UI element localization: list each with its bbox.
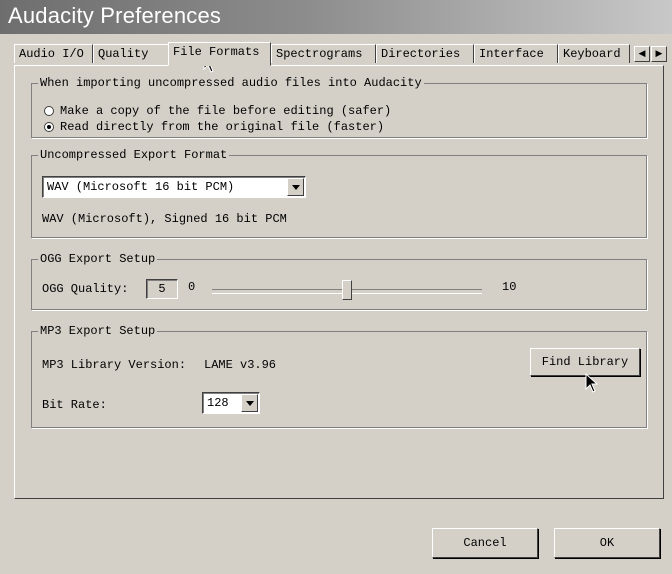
import-group: When importing uncompressed audio files … (31, 76, 647, 138)
ogg-quality-value[interactable]: 5 (146, 279, 178, 299)
radio-copy-file[interactable]: Make a copy of the file before editing (… (44, 104, 391, 118)
bitrate-value: 128 (207, 396, 229, 410)
chevron-down-icon[interactable] (241, 394, 258, 412)
mp3-library-label: MP3 Library Version: (42, 358, 187, 372)
radio-read-directly[interactable]: Read directly from the original file (fa… (44, 120, 384, 134)
tab-spectrograms[interactable]: Spectrograms (271, 44, 376, 63)
import-group-legend: When importing uncompressed audio files … (40, 76, 422, 90)
export-format-select[interactable]: WAV (Microsoft 16 bit PCM) (42, 176, 306, 198)
tab-audio-io[interactable]: Audio I/O (14, 44, 93, 63)
export-format-legend: Uncompressed Export Format (40, 148, 228, 162)
tab-quality[interactable]: Quality (93, 44, 170, 63)
find-library-button[interactable]: Find Library (530, 348, 640, 376)
ogg-quality-label: OGG Quality: (42, 282, 129, 296)
file-formats-panel: When importing uncompressed audio files … (14, 65, 664, 499)
tab-directories[interactable]: Directories (376, 44, 474, 63)
mp3-group: MP3 Export Setup MP3 Library Version: LA… (31, 324, 647, 428)
tab-keyboard[interactable]: Keyboard (558, 44, 630, 63)
ogg-group-legend: OGG Export Setup (40, 252, 156, 266)
arrow-left-icon[interactable]: ◀ (634, 46, 650, 62)
title-bar: Audacity Preferences (0, 0, 672, 34)
arrow-right-icon[interactable]: ▶ (651, 46, 667, 62)
slider-max-label: 10 (502, 280, 517, 294)
bitrate-select[interactable]: 128 (202, 392, 260, 414)
tab-interface[interactable]: Interface (474, 44, 558, 63)
cancel-button[interactable]: Cancel (432, 528, 538, 558)
chevron-down-icon[interactable] (287, 178, 304, 196)
export-format-value: WAV (Microsoft 16 bit PCM) (47, 180, 235, 194)
slider-min-label: 0 (188, 280, 196, 294)
radio-button-checked[interactable] (44, 122, 54, 132)
bitrate-label: Bit Rate: (42, 398, 107, 412)
mp3-group-legend: MP3 Export Setup (40, 324, 156, 338)
radio-copy-file-label: Make a copy of the file before editing (… (60, 104, 392, 118)
mouse-pointer-icon (585, 372, 599, 393)
tab-strip: Audio I/O Quality File Formats Spectrogr… (14, 42, 668, 66)
ogg-group: OGG Export Setup OGG Quality: 5 0 10 (31, 252, 647, 310)
radio-read-directly-label: Read directly from the original file (fa… (60, 120, 385, 134)
preferences-dialog: Audio I/O Quality File Formats Spectrogr… (4, 34, 668, 570)
window-title: Audacity Preferences (8, 3, 222, 28)
export-format-group: Uncompressed Export Format WAV (Microsof… (31, 148, 647, 238)
mp3-library-version: LAME v3.96 (204, 358, 277, 372)
export-format-description: WAV (Microsoft), Signed 16 bit PCM (42, 212, 287, 226)
ogg-quality-slider-thumb[interactable] (342, 280, 352, 300)
ok-button[interactable]: OK (554, 528, 660, 558)
tab-file-formats[interactable]: File Formats (168, 42, 271, 66)
radio-button[interactable] (44, 106, 54, 116)
